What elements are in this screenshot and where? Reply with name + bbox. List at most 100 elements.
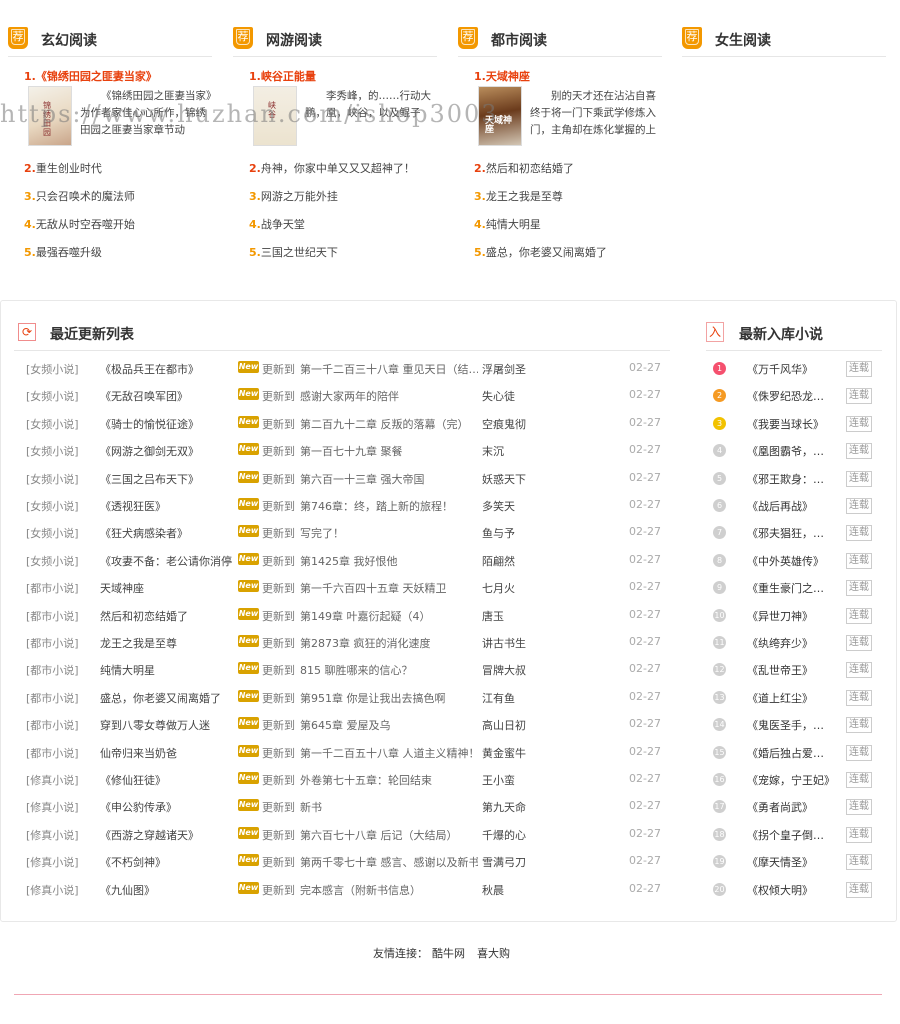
book-title-link[interactable]: 然后和初恋结婚了	[100, 608, 188, 624]
book-title-link[interactable]: 《三国之吕布天下》	[100, 471, 199, 487]
category-link[interactable]: [女频小说]	[26, 525, 79, 541]
novel-title-link[interactable]: 《战后再战》	[747, 498, 813, 514]
novel-title-link[interactable]: 《权倾大明》	[747, 882, 813, 898]
list-item[interactable]: 5.三国之世纪天下	[249, 244, 338, 260]
list-item[interactable]: 3.龙王之我是至尊	[474, 188, 563, 204]
list-item[interactable]: 4.无敌从时空吞噬开始	[24, 216, 135, 232]
friend-link[interactable]: 酷牛网	[432, 947, 465, 960]
category-title[interactable]: 网游阅读	[266, 30, 322, 50]
author-link[interactable]: 空痕鬼彻	[482, 416, 526, 432]
author-link[interactable]: 讲古书生	[482, 635, 526, 651]
novel-title-link[interactable]: 《乱世帝王》	[747, 662, 813, 678]
category-title[interactable]: 都市阅读	[491, 30, 547, 50]
novel-title-link[interactable]: 《邪夫猖狂，…	[747, 525, 824, 541]
chapter-link[interactable]: 第一百七十九章 聚餐	[300, 443, 478, 459]
chapter-link[interactable]: 感谢大家两年的陪伴	[300, 388, 478, 404]
chapter-link[interactable]: 第149章 叶嘉衍起疑（4）	[300, 608, 478, 624]
category-title[interactable]: 女生阅读	[715, 30, 771, 50]
novel-title-link[interactable]: 《勇者尚武》	[747, 799, 813, 815]
book-title-link[interactable]: 仙帝归来当奶爸	[100, 745, 177, 761]
book-title-link[interactable]: 《修仙狂徒》	[100, 772, 166, 788]
author-link[interactable]: 多笑天	[482, 498, 515, 514]
chapter-link[interactable]: 第951章 你是让我出去搞色啊	[300, 690, 478, 706]
top-book-link[interactable]: 1.峡谷正能量	[249, 68, 316, 84]
author-link[interactable]: 雪满弓刀	[482, 854, 526, 870]
chapter-link[interactable]: 第1425章 我好恨他	[300, 553, 478, 569]
author-link[interactable]: 末沉	[482, 443, 504, 459]
novel-title-link[interactable]: 《中外英雄传》	[747, 553, 824, 569]
friend-link[interactable]: 喜大购	[477, 947, 510, 960]
novel-title-link[interactable]: 《侏罗纪恐龙…	[747, 388, 824, 404]
book-title-link[interactable]: 盛总，你老婆又闹离婚了	[100, 690, 221, 706]
chapter-link[interactable]: 写完了！	[300, 525, 478, 541]
category-link[interactable]: [修真小说]	[26, 882, 79, 898]
novel-title-link[interactable]: 《异世刀神》	[747, 608, 813, 624]
category-link[interactable]: [都市小说]	[26, 580, 79, 596]
list-item[interactable]: 4.战争天堂	[249, 216, 305, 232]
top-book-link[interactable]: 1.天域神座	[474, 68, 530, 84]
list-item[interactable]: 2.重生创业时代	[24, 160, 102, 176]
list-item[interactable]: 5.最强吞噬升级	[24, 244, 102, 260]
novel-title-link[interactable]: 《重生豪门之…	[747, 580, 824, 596]
author-link[interactable]: 唐玉	[482, 608, 504, 624]
category-link[interactable]: [修真小说]	[26, 799, 79, 815]
book-title-link[interactable]: 《骑士的愉悦征途》	[100, 416, 199, 432]
author-link[interactable]: 江有鱼	[482, 690, 515, 706]
book-title-link[interactable]: 《狂犬病感染者》	[100, 525, 188, 541]
author-link[interactable]: 第九天命	[482, 799, 526, 815]
book-title-link[interactable]: 《西游之穿越诸天》	[100, 827, 199, 843]
category-link[interactable]: [女频小说]	[26, 471, 79, 487]
category-link[interactable]: [女频小说]	[26, 553, 79, 569]
category-link[interactable]: [女频小说]	[26, 498, 79, 514]
chapter-link[interactable]: 第两千零七十章 感言、感谢以及新书	[300, 854, 478, 870]
author-link[interactable]: 七月火	[482, 580, 515, 596]
category-link[interactable]: [都市小说]	[26, 745, 79, 761]
author-link[interactable]: 王小蛮	[482, 772, 515, 788]
chapter-link[interactable]: 第六百一十三章 强大帝国	[300, 471, 478, 487]
novel-title-link[interactable]: 《拐个皇子倒…	[747, 827, 824, 843]
book-title-link[interactable]: 纯情大明星	[100, 662, 155, 678]
novel-title-link[interactable]: 《道上红尘》	[747, 690, 813, 706]
author-link[interactable]: 冒牌大叔	[482, 662, 526, 678]
novel-title-link[interactable]: 《鬼医圣手，…	[747, 717, 824, 733]
author-link[interactable]: 鱼与予	[482, 525, 515, 541]
author-link[interactable]: 黄金蜜牛	[482, 745, 526, 761]
book-title-link[interactable]: 穿到八零女尊做万人迷	[100, 717, 210, 733]
novel-title-link[interactable]: 《纨绔弃少》	[747, 635, 813, 651]
category-link[interactable]: [女频小说]	[26, 361, 79, 377]
book-title-link[interactable]: 《网游之御剑无双》	[100, 443, 199, 459]
chapter-link[interactable]: 第一千二百三十八章 重见天日（结…	[300, 361, 478, 377]
book-title-link[interactable]: 《攻妻不备：老公请你消停	[100, 553, 232, 569]
top-book-link[interactable]: 1.《锦绣田园之匪妻当家》	[24, 68, 157, 84]
book-title-link[interactable]: 《极品兵王在都市》	[100, 361, 199, 377]
list-item[interactable]: 3.只会召唤术的魔法师	[24, 188, 135, 204]
chapter-link[interactable]: 第二百九十二章 反叛的落幕（完）	[300, 416, 478, 432]
category-link[interactable]: [都市小说]	[26, 608, 79, 624]
novel-title-link[interactable]: 《摩天情圣》	[747, 854, 813, 870]
chapter-link[interactable]: 第一千二百五十八章 人道主义精神！	[300, 745, 478, 761]
category-link[interactable]: [修真小说]	[26, 854, 79, 870]
novel-title-link[interactable]: 《婚后独占爱…	[747, 745, 824, 761]
category-link[interactable]: [修真小说]	[26, 772, 79, 788]
novel-title-link[interactable]: 《邪王欺身：…	[747, 471, 824, 487]
category-link[interactable]: [女频小说]	[26, 388, 79, 404]
author-link[interactable]: 妖惑天下	[482, 471, 526, 487]
book-title-link[interactable]: 天域神座	[100, 580, 144, 596]
chapter-link[interactable]: 完本感言（附新书信息）	[300, 882, 478, 898]
list-item[interactable]: 2.然后和初恋结婚了	[474, 160, 574, 176]
book-title-link[interactable]: 《无敌召唤军团》	[100, 388, 188, 404]
category-link[interactable]: [都市小说]	[26, 717, 79, 733]
book-title-link[interactable]: 《申公豹传承》	[100, 799, 177, 815]
author-link[interactable]: 高山日初	[482, 717, 526, 733]
list-item[interactable]: 2.舟神，你家中单又又又超神了！	[249, 160, 415, 176]
category-link[interactable]: [都市小说]	[26, 635, 79, 651]
category-title[interactable]: 玄幻阅读	[41, 30, 97, 50]
category-link[interactable]: [都市小说]	[26, 662, 79, 678]
chapter-link[interactable]: 新书	[300, 799, 478, 815]
author-link[interactable]: 陌翩然	[482, 553, 515, 569]
book-title-link[interactable]: 龙王之我是至尊	[100, 635, 177, 651]
novel-title-link[interactable]: 《凰图霸爷，…	[747, 443, 824, 459]
author-link[interactable]: 千爆的心	[482, 827, 526, 843]
list-item[interactable]: 5.盛总，你老婆又闹离婚了	[474, 244, 607, 260]
category-link[interactable]: [女频小说]	[26, 416, 79, 432]
